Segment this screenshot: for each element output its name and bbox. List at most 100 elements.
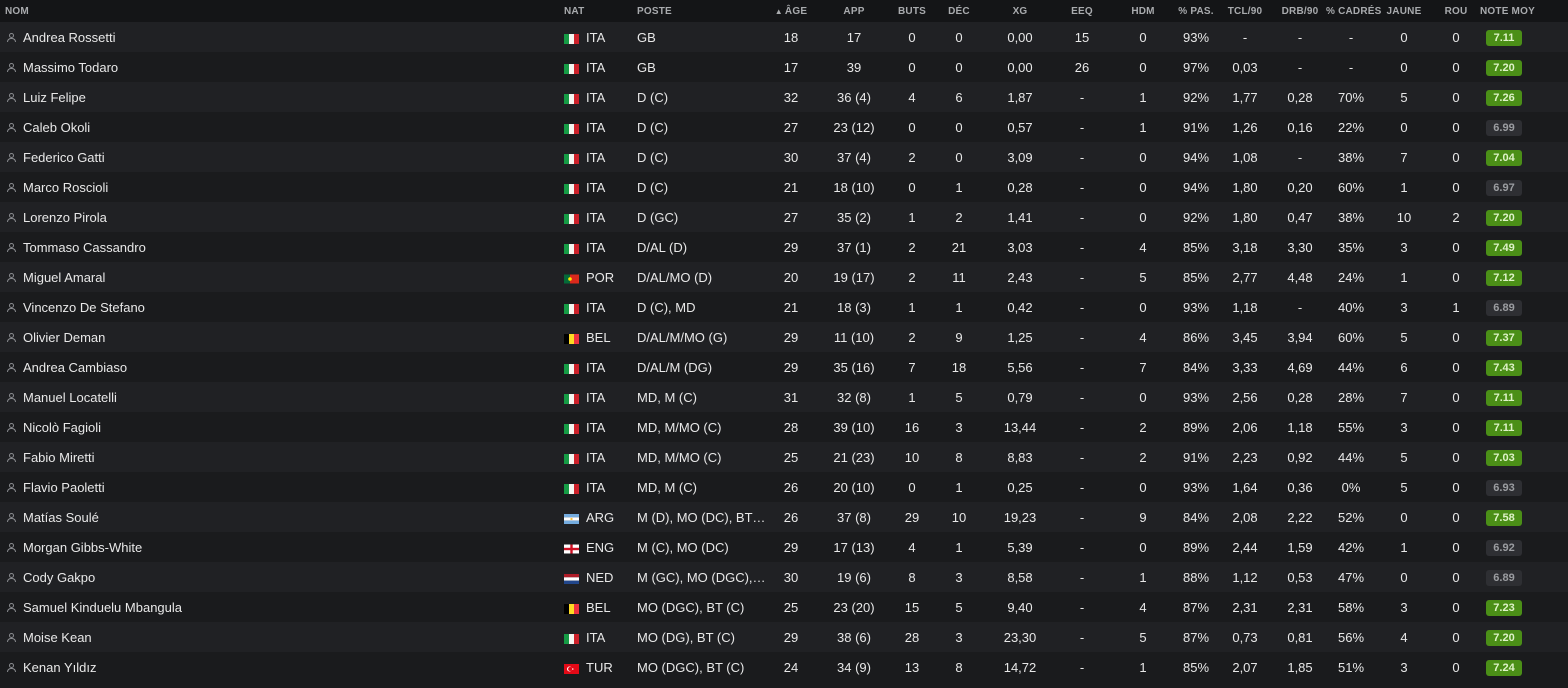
table-row[interactable]: Caleb Okoli ITA D (C) 27 23 (12) 0 0 0,57 - 1 91% 1… [0,112,1568,142]
col-header-nat[interactable]: NAT [560,6,632,17]
player-name-cell[interactable]: Lorenzo Pirola [0,210,560,225]
table-row[interactable]: Olivier Deman BEL D/AL/M/MO (G) 29 11 (10) 2 9… [0,322,1568,352]
cadres-cell: 58% [1337,599,1365,615]
player-name[interactable]: Nicolò Fagioli [23,420,101,435]
player-name[interactable]: Samuel Kinduelu Mbangula [23,600,182,615]
col-header-drb[interactable]: DRB/90 [1274,6,1326,17]
player-name-cell[interactable]: Olivier Deman [0,330,560,345]
player-name-cell[interactable]: Andrea Rossetti [0,30,560,45]
table-row[interactable]: Andrea Rossetti ITA GB 18 17 0 0 0,00 15 0 93% - - - 0… [0,22,1568,52]
player-name-cell[interactable]: Matías Soulé [0,510,560,525]
player-name-cell[interactable]: Morgan Gibbs-White [0,540,560,555]
player-name[interactable]: Morgan Gibbs-White [23,540,142,555]
nationality-code: BEL [586,329,611,345]
player-name[interactable]: Tommaso Cassandro [23,240,146,255]
player-name-cell[interactable]: Andrea Cambiaso [0,360,560,375]
xg-cell: 0,42 [1007,299,1033,315]
table-row[interactable]: Kenan Yıldız TUR MO (DGC), BT (C) 24 34 (9) 1… [0,652,1568,682]
rating-cell: 7.11 [1480,29,1528,46]
table-row[interactable]: Tommaso Cassandro ITA D/AL (D) 29 37 (1) 2 21 3… [0,232,1568,262]
player-name-cell[interactable]: Cody Gakpo [0,570,560,585]
player-name[interactable]: Kenan Yıldız [23,660,96,675]
table-row[interactable]: Matías Soulé ARG M (D), MO (DC), BT (C) 26 3… [0,502,1568,532]
player-name[interactable]: Andrea Rossetti [23,30,116,45]
col-header-dec[interactable]: DÉC [932,6,986,17]
table-row[interactable]: Morgan Gibbs-White ENG M (C), MO (DC) 29 17 … [0,532,1568,562]
col-header-hdm[interactable]: HDM [1110,6,1176,17]
position-cell: GB [637,29,656,45]
player-name-cell[interactable]: Kenan Yıldız [0,660,560,675]
col-header-age[interactable]: ▲ ÂGE [766,6,816,17]
jaune-cell: 0 [1400,569,1408,585]
table-row[interactable]: Andrea Cambiaso ITA D/AL/M (DG) 29 35 (16) 7 1… [0,352,1568,382]
buts-cell: 1 [908,299,916,315]
col-header-poste[interactable]: POSTE [632,6,766,17]
hdm-cell: 0 [1139,149,1147,165]
age-cell: 21 [783,179,799,195]
table-row[interactable]: Nicolò Fagioli ITA MD, M/MO (C) 28 39 (10) 16… [0,412,1568,442]
col-header-note[interactable]: NOTE MOY [1480,6,1535,17]
col-header-buts[interactable]: BUTS [892,6,932,17]
player-name[interactable]: Cody Gakpo [23,570,95,585]
player-name[interactable]: Luiz Felipe [23,90,86,105]
player-name-cell[interactable]: Marco Roscioli [0,180,560,195]
col-header-jaune[interactable]: JAUNE [1376,6,1432,17]
col-header-xg[interactable]: XG [986,6,1054,17]
player-name-cell[interactable]: Moise Kean [0,630,560,645]
col-header-eeq[interactable]: EEQ [1054,6,1110,17]
col-header-cadres[interactable]: % CADRÉS [1326,6,1381,17]
player-name[interactable]: Manuel Locatelli [23,390,117,405]
player-name-cell[interactable]: Luiz Felipe [0,90,560,105]
table-row[interactable]: Moise Kean ITA MO (DG), BT (C) 29 38 (6) 28 3 2… [0,622,1568,652]
app-cell: 32 (8) [837,389,871,405]
player-name-cell[interactable]: Miguel Amaral [0,270,560,285]
jaune-cell: 0 [1400,59,1408,75]
position-cell: D (C) [637,119,669,135]
player-name[interactable]: Flavio Paoletti [23,480,105,495]
player-name[interactable]: Marco Roscioli [23,180,108,195]
col-header-tcl[interactable]: TCL/90 [1216,6,1274,17]
player-name-cell[interactable]: Manuel Locatelli [0,390,560,405]
player-name-cell[interactable]: Tommaso Cassandro [0,240,560,255]
player-name[interactable]: Lorenzo Pirola [23,210,107,225]
player-name[interactable]: Andrea Cambiaso [23,360,127,375]
pas-cell: 93% [1182,479,1210,495]
table-row[interactable]: Fabio Miretti ITA MD, M/MO (C) 25 21 (23) 10 8… [0,442,1568,472]
tcl-cell: 2,56 [1232,389,1258,405]
col-header-rou[interactable]: ROU [1432,6,1480,17]
player-name[interactable]: Caleb Okoli [23,120,90,135]
player-name[interactable]: Moise Kean [23,630,92,645]
col-header-app[interactable]: APP [816,6,892,17]
player-name-cell[interactable]: Vincenzo De Stefano [0,300,560,315]
player-name-cell[interactable]: Caleb Okoli [0,120,560,135]
player-name-cell[interactable]: Nicolò Fagioli [0,420,560,435]
xg-cell: 2,43 [1007,269,1033,285]
table-row[interactable]: Cody GakpoNEDM (GC), MO (DGC), BT...3019… [0,562,1568,592]
col-header-pas[interactable]: % PAS. [1176,6,1216,17]
player-name[interactable]: Miguel Amaral [23,270,105,285]
table-row[interactable]: Flavio Paoletti ITA MD, M (C) 26 20 (10) 0 1 0,… [0,472,1568,502]
table-row[interactable]: Lorenzo Pirola ITA D (GC) 27 35 (2) 1 2 1,41 - 0 9… [0,202,1568,232]
player-name-cell[interactable]: Fabio Miretti [0,450,560,465]
table-row[interactable]: Vincenzo De Stefano ITA D (C), MD 21 18 (3) 1… [0,292,1568,322]
table-row[interactable]: Luiz Felipe ITA D (C) 32 36 (4) 4 6 1,87 - 1 92% 1,… [0,82,1568,112]
player-name-cell[interactable]: Samuel Kinduelu Mbangula [0,600,560,615]
player-name[interactable]: Federico Gatti [23,150,105,165]
table-row[interactable]: Miguel Amaral POR D/AL/MO (D) 20 19 (17) 2 11 2… [0,262,1568,292]
table-row[interactable]: Manuel Locatelli ITA MD, M (C) 31 32 (8) 1 5 0,… [0,382,1568,412]
table-row[interactable]: Marco Roscioli ITA D (C) 21 18 (10) 0 1 0,28 - 0 9… [0,172,1568,202]
player-name[interactable]: Vincenzo De Stefano [23,300,145,315]
player-name-cell[interactable]: Massimo Todaro [0,60,560,75]
player-name-cell[interactable]: Flavio Paoletti [0,480,560,495]
table-row[interactable]: Massimo Todaro ITA GB 17 39 0 0 0,00 26 0 97% 0,03 -… [0,52,1568,82]
player-name[interactable]: Olivier Deman [23,330,105,345]
nationality-cell: ITA [560,240,632,255]
app-cell: 17 (13) [833,539,875,555]
col-header-nom[interactable]: NOM [0,6,560,17]
table-row[interactable]: Samuel Kinduelu Mbangula BEL MO (DGC), BT … [0,592,1568,622]
player-name[interactable]: Matías Soulé [23,510,99,525]
table-row[interactable]: Federico Gatti ITA D (C) 30 37 (4) 2 0 3,09 - 0 94… [0,142,1568,172]
player-name-cell[interactable]: Federico Gatti [0,150,560,165]
player-name[interactable]: Massimo Todaro [23,60,118,75]
player-name[interactable]: Fabio Miretti [23,450,95,465]
